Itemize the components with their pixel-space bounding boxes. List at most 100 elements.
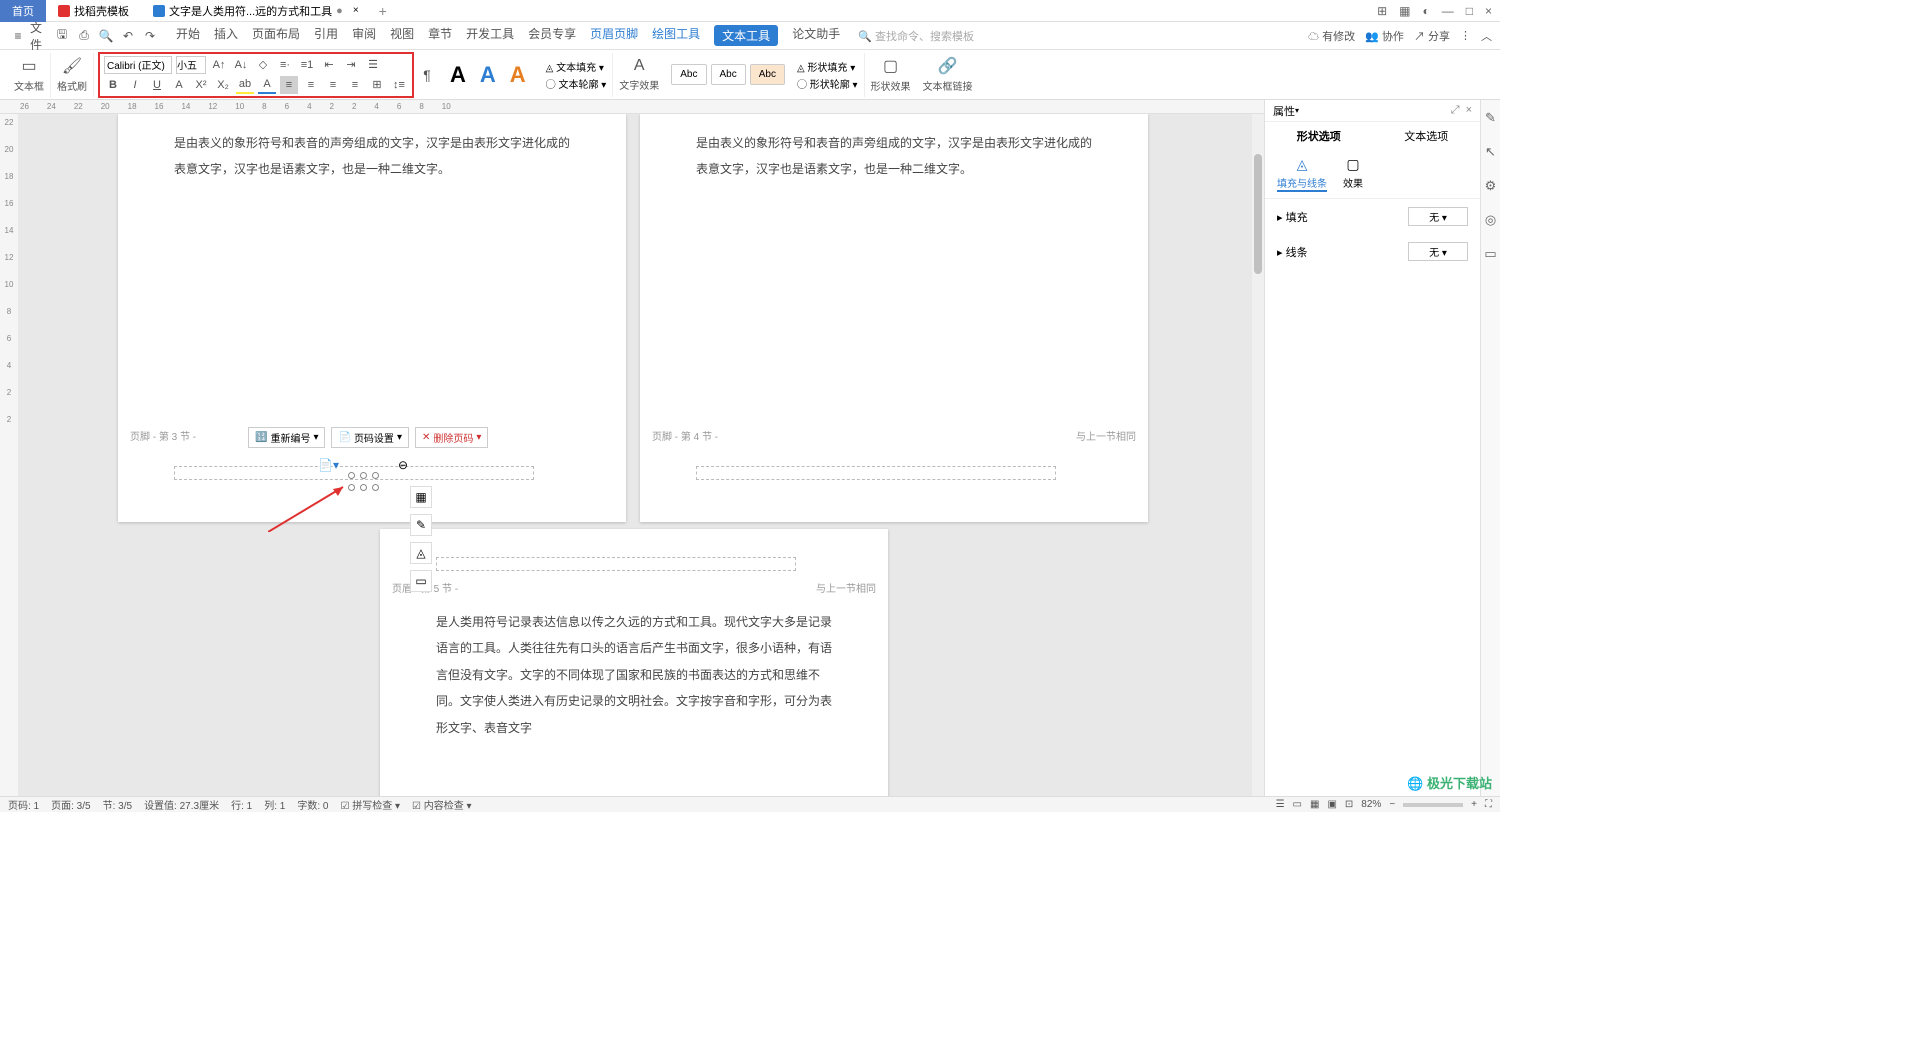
align-center-icon[interactable]: ≡ [302, 76, 320, 94]
sb-clip-icon[interactable]: ◎ [1485, 212, 1496, 228]
zoom-value[interactable]: 82% [1361, 799, 1381, 810]
panel-tab-text[interactable]: 文本选项 [1373, 122, 1481, 150]
paragraph-mark-icon[interactable]: ¶ [418, 66, 436, 84]
status-page[interactable]: 页码: 1 [8, 797, 39, 812]
float-fill-icon[interactable]: ◬ [410, 542, 432, 564]
view-read-icon[interactable]: ▣ [1327, 799, 1336, 810]
renumber-button[interactable]: 🔢 重新编号 ▾ [248, 427, 325, 448]
text-outline-button[interactable]: ◯ 文本轮廓 ▾ [546, 76, 607, 91]
menu-tab-text-tools[interactable]: 文本工具 [714, 25, 778, 46]
indent-right-icon[interactable]: ⇥ [342, 56, 360, 74]
bold-icon[interactable]: B [104, 76, 122, 94]
print-icon[interactable]: ⎙ [74, 26, 94, 46]
panel-close-icon[interactable]: × [1466, 104, 1472, 117]
page-insert-icon[interactable]: 📄▾ [318, 458, 339, 472]
menu-icon[interactable]: ≡ [8, 26, 28, 46]
window-layout-icon[interactable]: ⊞ [1377, 4, 1387, 18]
delete-pagenum-button[interactable]: ✕ 删除页码 ▾ [415, 427, 488, 448]
italic-icon[interactable]: I [126, 76, 144, 94]
text-effect-button[interactable]: A文字效果 [613, 57, 665, 92]
status-position[interactable]: 设置值: 27.3厘米 [144, 797, 219, 812]
font-size-select[interactable] [176, 56, 206, 74]
window-minimize-icon[interactable]: — [1442, 4, 1454, 18]
status-words[interactable]: 字数: 0 [297, 797, 328, 812]
fill-select[interactable]: 无 ▾ [1408, 207, 1468, 226]
status-row[interactable]: 行: 1 [231, 797, 252, 812]
window-grid-icon[interactable]: ▦ [1399, 4, 1410, 18]
menu-tab-member[interactable]: 会员专享 [528, 25, 576, 46]
zoom-in-icon[interactable]: + [1471, 799, 1477, 810]
status-pages[interactable]: 页面: 3/5 [51, 797, 90, 812]
textbox-link-button[interactable]: 🔗文本框链接 [917, 56, 979, 93]
footer-area[interactable] [696, 466, 1056, 480]
window-maximize-icon[interactable]: □ [1466, 4, 1473, 18]
menu-tab-layout[interactable]: 页面布局 [252, 25, 300, 46]
status-section[interactable]: 节: 3/5 [103, 797, 132, 812]
status-col[interactable]: 列: 1 [264, 797, 285, 812]
sb-select-icon[interactable]: ↖ [1485, 144, 1496, 160]
tab-document[interactable]: 文字是人类用符...远的方式和工具 ● × [141, 0, 371, 22]
cloud-changes[interactable]: ☁ 有修改 [1308, 28, 1355, 44]
float-pen-icon[interactable]: ✎ [410, 514, 432, 536]
tab-add-button[interactable]: + [371, 3, 395, 19]
menu-tab-thesis[interactable]: 论文助手 [792, 25, 840, 46]
shape-effect-button[interactable]: ▢形状效果 [865, 56, 917, 93]
menu-tab-insert[interactable]: 插入 [214, 25, 238, 46]
indent-left-icon[interactable]: ⇤ [320, 56, 338, 74]
text-style-black[interactable]: A [444, 62, 472, 88]
shape-style-3[interactable]: Abc [750, 64, 785, 85]
highlight-color-icon[interactable]: ab [236, 76, 254, 94]
text-style-blue[interactable]: A [474, 62, 502, 88]
redo-icon[interactable]: ↷ [140, 26, 160, 46]
share-button[interactable]: ↗ 分享 [1414, 28, 1450, 44]
page-setup-button[interactable]: 📄 页码设置 ▾ [331, 427, 408, 448]
sb-pencil-icon[interactable]: ✎ [1485, 110, 1496, 126]
menu-tab-reference[interactable]: 引用 [314, 25, 338, 46]
chevron-up-icon[interactable]: ︿ [1481, 28, 1492, 44]
search-input[interactable]: 🔍 查找命令、搜索模板 [858, 28, 974, 44]
undo-icon[interactable]: ↶ [118, 26, 138, 46]
align-left-icon[interactable]: ≡ [280, 76, 298, 94]
zoom-out-handle-icon[interactable]: ⊖ [398, 458, 408, 472]
menu-tab-header-footer[interactable]: 页眉页脚 [590, 25, 638, 46]
view-page-icon[interactable]: ▭ [1293, 799, 1302, 810]
menu-tab-view[interactable]: 视图 [390, 25, 414, 46]
font-name-select[interactable] [104, 56, 172, 74]
float-table-icon[interactable]: ▦ [410, 486, 432, 508]
clear-format-icon[interactable]: ◇ [254, 56, 272, 74]
subscript-icon[interactable]: X₂ [214, 76, 232, 94]
increase-font-icon[interactable]: A↑ [210, 56, 228, 74]
menu-tab-section[interactable]: 章节 [428, 25, 452, 46]
line-select[interactable]: 无 ▾ [1408, 242, 1468, 261]
text-style-orange[interactable]: A [504, 62, 532, 88]
align-right-icon[interactable]: ≡ [324, 76, 342, 94]
underline-icon[interactable]: U [148, 76, 166, 94]
preview-icon[interactable]: 🔍 [96, 26, 116, 46]
decrease-font-icon[interactable]: A↓ [232, 56, 250, 74]
distribute-icon[interactable]: ⊞ [368, 76, 386, 94]
textbox-button[interactable]: ▭文本框 [14, 56, 44, 93]
window-close-icon[interactable]: × [1485, 4, 1492, 18]
panel-tab-shape[interactable]: 形状选项 [1265, 122, 1373, 150]
zoom-fit-icon[interactable]: ⊡ [1345, 799, 1353, 810]
zoom-out-icon[interactable]: − [1389, 799, 1395, 810]
scrollbar-vertical[interactable] [1252, 114, 1264, 796]
save-icon[interactable]: 🖫 [52, 26, 72, 46]
menu-tab-draw-tools[interactable]: 绘图工具 [652, 25, 700, 46]
superscript-icon[interactable]: X² [192, 76, 210, 94]
status-contentcheck[interactable]: ☑ 内容检查 ▾ [412, 797, 472, 812]
collab-button[interactable]: 👥 协作 [1365, 28, 1404, 44]
view-web-icon[interactable]: ▦ [1310, 799, 1319, 810]
sb-settings-icon[interactable]: ⚙ [1485, 178, 1497, 194]
window-theme-icon[interactable]: ◐ [1422, 4, 1429, 18]
panel-subtab-effect[interactable]: ▢效果 [1343, 156, 1363, 192]
shape-outline-button[interactable]: ◯ 形状轮廓 ▾ [797, 76, 858, 91]
close-icon[interactable]: × [353, 5, 359, 16]
shape-style-1[interactable]: Abc [671, 64, 706, 85]
line-spacing-icon[interactable]: ↕≡ [390, 76, 408, 94]
sb-book-icon[interactable]: ▭ [1484, 246, 1496, 262]
header-area[interactable] [436, 557, 796, 571]
fullscreen-icon[interactable]: ⛶ [1485, 799, 1492, 810]
zoom-slider[interactable] [1403, 803, 1463, 807]
font-style-icon[interactable]: A [170, 76, 188, 94]
